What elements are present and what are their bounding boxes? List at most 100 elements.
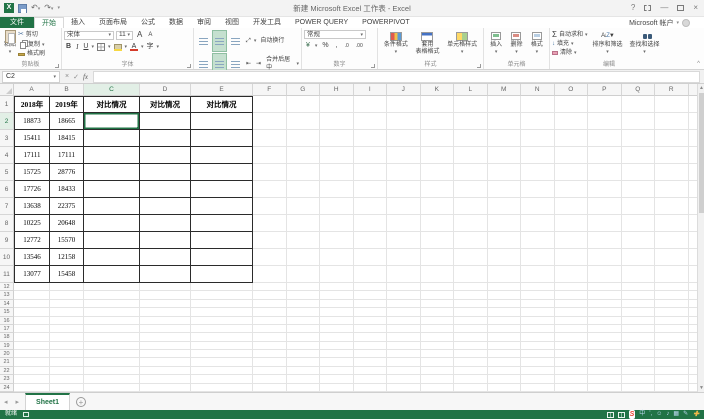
cell-N10[interactable]	[521, 249, 555, 266]
cell-A13[interactable]	[14, 291, 50, 300]
cell-R18[interactable]	[655, 333, 689, 342]
cell-F4[interactable]	[253, 147, 287, 164]
cell-C13[interactable]	[84, 291, 140, 300]
cell-S7[interactable]	[688, 198, 697, 215]
cell-L23[interactable]	[454, 375, 488, 384]
cell-O14[interactable]	[554, 299, 588, 309]
cell-J18[interactable]	[387, 333, 421, 342]
italic-button[interactable]: I	[74, 42, 80, 52]
align-top-button[interactable]	[196, 30, 211, 52]
cell-P6[interactable]	[588, 181, 622, 198]
sort-filter-button[interactable]: A↓Z▼ 排序和筛选 ▾	[590, 29, 624, 56]
cell-I18[interactable]	[353, 333, 387, 342]
voice-input-icon[interactable]: ♪	[666, 410, 669, 419]
cell-L12[interactable]	[454, 283, 488, 292]
dialog-launcher[interactable]	[477, 64, 481, 68]
redo-button[interactable]: ↷▾	[44, 3, 53, 14]
cell-S18[interactable]	[688, 333, 697, 342]
macro-record-icon[interactable]	[23, 412, 30, 417]
cell-E16[interactable]	[191, 316, 253, 325]
cell-K10[interactable]	[420, 249, 454, 266]
spreadsheet-grid[interactable]: ABCDEFGHIJKLMNOPQRS12018年2019年对比情况对比情况对比…	[0, 84, 697, 392]
cell-S20[interactable]	[688, 350, 697, 359]
cell-G23[interactable]	[286, 375, 320, 384]
find-select-button[interactable]: 查找和选择 ▾	[628, 29, 662, 56]
tab-插入[interactable]: 插入	[64, 17, 92, 28]
cell-G11[interactable]	[286, 266, 320, 283]
emoji-icon[interactable]: ☺	[656, 410, 662, 419]
cell-N22[interactable]	[521, 366, 555, 376]
cut-button[interactable]: ✂ 剪切	[18, 31, 45, 39]
cell-P7[interactable]	[588, 198, 622, 215]
scroll-up-icon[interactable]: ▲	[698, 84, 704, 92]
cell-E13[interactable]	[191, 291, 253, 300]
cell-J10[interactable]	[387, 249, 421, 266]
cell-R11[interactable]	[655, 266, 689, 283]
cell-S23[interactable]	[688, 375, 697, 384]
cell-S1[interactable]	[688, 96, 697, 113]
cell-I14[interactable]	[353, 299, 387, 309]
row-header-18[interactable]: 18	[0, 333, 14, 342]
cell-I11[interactable]	[353, 266, 387, 283]
cell-F6[interactable]	[253, 181, 287, 198]
cell-N5[interactable]	[521, 164, 555, 181]
cell-O21[interactable]	[554, 358, 588, 367]
cell-N4[interactable]	[521, 147, 555, 164]
column-header-C[interactable]: C	[84, 84, 140, 96]
cell-K13[interactable]	[420, 291, 454, 300]
cell-B13[interactable]	[50, 291, 84, 300]
cell-A3[interactable]: 15411	[14, 130, 50, 147]
cell-D18[interactable]	[140, 333, 191, 342]
cell-H23[interactable]	[320, 375, 354, 384]
cell-F5[interactable]	[253, 164, 287, 181]
cell-N14[interactable]	[521, 299, 555, 309]
cell-E15[interactable]	[191, 308, 253, 317]
cell-H18[interactable]	[320, 333, 354, 342]
orientation-button[interactable]: ⤢	[244, 36, 253, 46]
cell-K14[interactable]	[420, 299, 454, 309]
cell-E20[interactable]	[191, 350, 253, 359]
cell-C12[interactable]	[84, 283, 140, 292]
cell-D17[interactable]	[140, 324, 191, 334]
cell-S17[interactable]	[688, 325, 697, 334]
cell-S3[interactable]	[688, 130, 697, 147]
cell-J23[interactable]	[387, 375, 421, 384]
cell-B16[interactable]	[50, 316, 84, 325]
cell-Q13[interactable]	[621, 291, 655, 300]
cell-B21[interactable]	[50, 358, 84, 367]
cell-C7[interactable]	[84, 198, 140, 215]
cell-O6[interactable]	[554, 181, 588, 198]
cell-E3[interactable]	[191, 130, 253, 147]
fill-color-button[interactable]	[113, 43, 122, 51]
cell-C20[interactable]	[84, 350, 140, 359]
cell-J1[interactable]	[387, 96, 421, 113]
decrease-indent-button[interactable]: ⇤	[244, 59, 253, 69]
cell-N24[interactable]	[521, 383, 555, 392]
cell-K21[interactable]	[420, 358, 454, 367]
cell-C16[interactable]	[84, 316, 140, 325]
cell-L19[interactable]	[454, 341, 488, 351]
cell-M8[interactable]	[487, 215, 521, 232]
cell-A20[interactable]	[14, 350, 50, 359]
cell-H4[interactable]	[320, 147, 354, 164]
cell-P19[interactable]	[588, 341, 622, 351]
cell-F19[interactable]	[253, 341, 287, 351]
cell-K1[interactable]	[420, 96, 454, 113]
cell-F3[interactable]	[253, 130, 287, 147]
handwriting-icon[interactable]: ✎	[683, 410, 688, 419]
cell-M22[interactable]	[487, 366, 521, 376]
percent-style-button[interactable]: %	[320, 41, 330, 51]
soft-keyboard-icon[interactable]: ▦	[673, 410, 679, 419]
cell-L13[interactable]	[454, 291, 488, 300]
cell-G9[interactable]	[286, 232, 320, 249]
cell-O8[interactable]	[554, 215, 588, 232]
decrease-decimal-button[interactable]: .00	[354, 41, 365, 51]
restore-button[interactable]	[677, 5, 685, 11]
cell-G12[interactable]	[286, 283, 320, 292]
input-mode-icon[interactable]: 中	[639, 410, 645, 419]
column-header-E[interactable]: E	[191, 84, 253, 96]
cell-B9[interactable]: 15570	[50, 232, 84, 249]
cell-O15[interactable]	[554, 308, 588, 317]
cell-J20[interactable]	[387, 350, 421, 359]
cell-R9[interactable]	[655, 232, 689, 249]
